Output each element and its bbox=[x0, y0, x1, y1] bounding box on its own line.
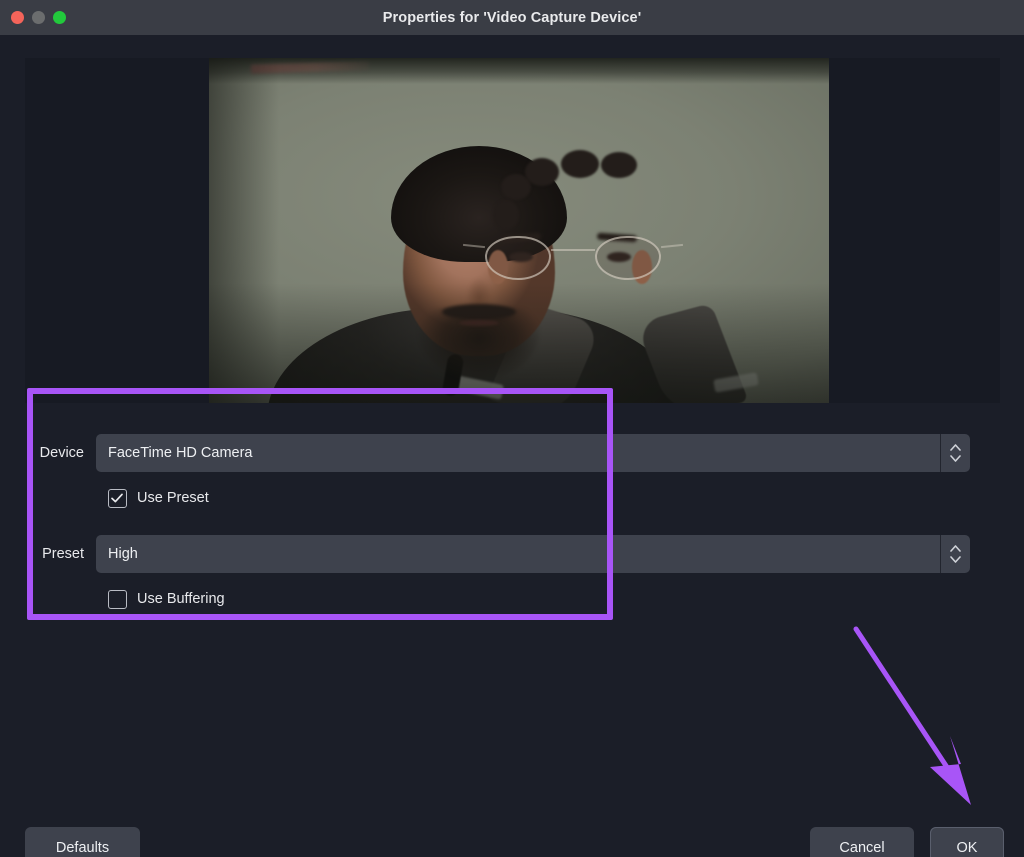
video-preview-frame bbox=[209, 58, 829, 403]
video-preview-panel bbox=[25, 58, 1000, 403]
properties-dialog-window: Properties for 'Video Capture Device' De… bbox=[0, 0, 1024, 857]
person-hair-curl bbox=[493, 200, 519, 230]
use-preset-label: Use Preset bbox=[137, 490, 209, 506]
maximize-window-button[interactable] bbox=[53, 11, 66, 24]
window-traffic-lights bbox=[11, 0, 66, 35]
use-preset-row: Use Preset bbox=[0, 485, 1024, 511]
checkmark-icon bbox=[111, 493, 123, 502]
ok-button[interactable]: OK bbox=[930, 827, 1004, 857]
preset-row: Preset High bbox=[0, 534, 1024, 574]
preview-bottom-shadow bbox=[209, 283, 829, 403]
device-settings-form: Device FaceTime HD Camera Use Preset Pre bbox=[0, 415, 1024, 715]
person-hair-curl bbox=[561, 150, 599, 178]
glasses-temple-right bbox=[660, 243, 684, 249]
window-titlebar: Properties for 'Video Capture Device' bbox=[0, 0, 1024, 35]
close-window-button[interactable] bbox=[11, 11, 24, 24]
device-combobox-value: FaceTime HD Camera bbox=[108, 445, 253, 461]
use-preset-checkbox[interactable] bbox=[108, 488, 127, 508]
defaults-button[interactable]: Defaults bbox=[25, 827, 140, 857]
person-glasses bbox=[462, 236, 684, 284]
device-combobox[interactable]: FaceTime HD Camera bbox=[96, 434, 970, 472]
device-label: Device bbox=[39, 445, 84, 461]
person-hair-curl bbox=[525, 158, 559, 186]
preset-combobox[interactable]: High bbox=[96, 535, 970, 573]
glasses-bridge bbox=[551, 249, 595, 251]
cancel-button[interactable]: Cancel bbox=[810, 827, 914, 857]
use-buffering-row: Use Buffering bbox=[0, 586, 1024, 612]
glasses-lens-right bbox=[595, 236, 661, 280]
glasses-lens-left bbox=[485, 236, 551, 280]
preset-stepper-icon[interactable] bbox=[940, 535, 970, 573]
preset-label: Preset bbox=[42, 546, 84, 562]
preset-combobox-value: High bbox=[108, 546, 138, 562]
minimize-window-button[interactable] bbox=[32, 11, 45, 24]
dialog-content: Device FaceTime HD Camera Use Preset Pre bbox=[0, 35, 1024, 857]
use-buffering-label: Use Buffering bbox=[137, 591, 225, 607]
person-hair-curl bbox=[601, 152, 637, 178]
device-stepper-icon[interactable] bbox=[940, 434, 970, 472]
device-row: Device FaceTime HD Camera bbox=[0, 433, 1024, 473]
use-buffering-checkbox[interactable] bbox=[108, 589, 127, 609]
window-title: Properties for 'Video Capture Device' bbox=[382, 9, 642, 26]
